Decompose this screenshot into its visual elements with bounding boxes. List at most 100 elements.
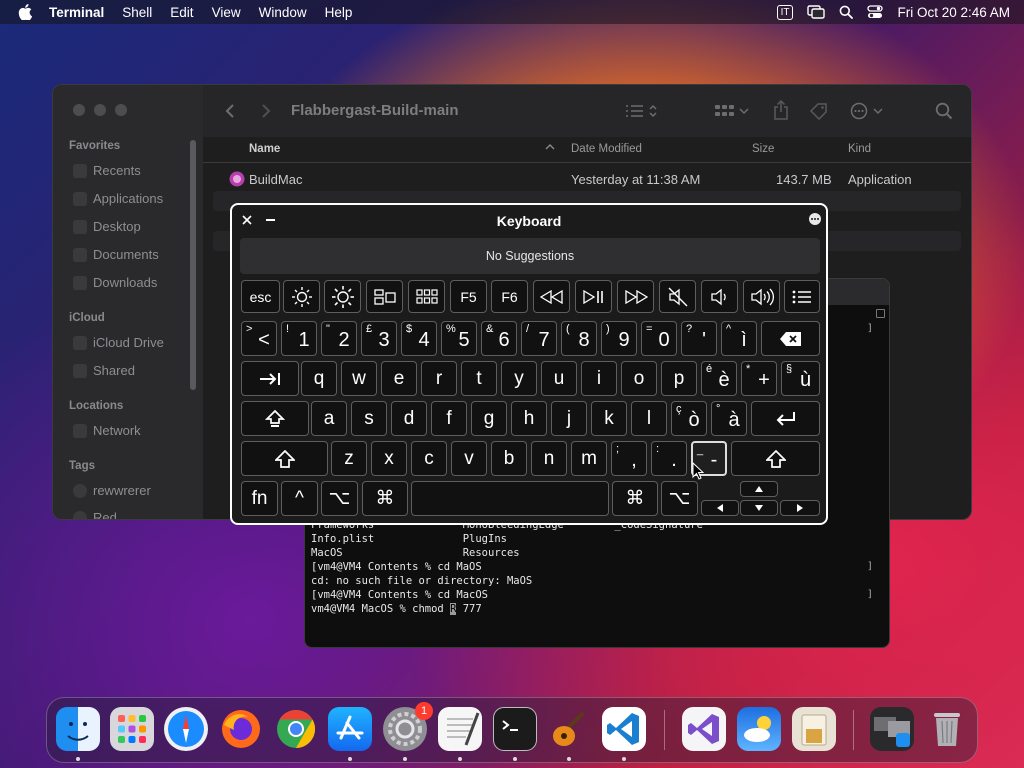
key-delete[interactable] [761, 321, 820, 356]
key-tab[interactable] [241, 361, 299, 396]
key-return[interactable] [751, 401, 820, 436]
key-brightness-down[interactable] [283, 280, 320, 313]
key-play-pause[interactable] [575, 280, 612, 313]
key-mute[interactable] [659, 280, 696, 313]
menu-view[interactable]: View [203, 5, 250, 20]
forward-icon[interactable] [261, 103, 271, 119]
key-caps-lock[interactable] [241, 401, 309, 436]
key-a[interactable]: a [311, 401, 347, 436]
more-actions-icon[interactable] [850, 102, 886, 120]
key-launchpad[interactable] [408, 280, 445, 313]
key-4[interactable]: $4 [401, 321, 437, 356]
key-p[interactable]: p [661, 361, 697, 396]
key-command-right[interactable]: ⌘ [612, 481, 658, 516]
key-3[interactable]: £3 [361, 321, 397, 356]
key-v[interactable]: v [451, 441, 487, 476]
key-f[interactable]: f [431, 401, 467, 436]
key-d[interactable]: d [391, 401, 427, 436]
keyboard-options-icon[interactable] [809, 213, 821, 225]
key-n[interactable]: n [531, 441, 567, 476]
key-apostrophe[interactable]: ? ' [681, 321, 717, 356]
input-source-indicator[interactable]: IT [776, 4, 794, 20]
sidebar-scrollbar[interactable] [190, 140, 196, 390]
key-shift-left[interactable] [241, 441, 328, 476]
trash-dock-icon[interactable] [925, 707, 969, 751]
key-a-grave[interactable]: ° à [711, 401, 747, 436]
key-0[interactable]: = 0 [641, 321, 677, 356]
menu-clock[interactable]: Fri Oct 20 2:46 AM [897, 5, 1010, 20]
sidebar-item-documents[interactable]: Documents [73, 247, 159, 262]
tag-icon[interactable] [809, 102, 829, 120]
sidebar-item-tag-red[interactable]: Red [73, 510, 117, 519]
weather-dock-icon[interactable] [737, 707, 781, 751]
key-arrow-right[interactable] [780, 500, 820, 516]
key-i[interactable]: i [581, 361, 617, 396]
sidebar-item-applications[interactable]: Applications [73, 191, 163, 206]
key-option-right[interactable]: ⌥ [661, 481, 698, 516]
key-1[interactable]: ! 1 [281, 321, 317, 356]
minimize-window-button[interactable] [94, 104, 106, 116]
key-k[interactable]: k [591, 401, 627, 436]
key-h[interactable]: h [511, 401, 547, 436]
menu-window[interactable]: Window [250, 5, 316, 20]
key-x[interactable]: x [371, 441, 407, 476]
key-o[interactable]: o [621, 361, 657, 396]
key-brightness-up[interactable] [324, 280, 361, 313]
menu-app-name[interactable]: Terminal [40, 5, 113, 20]
key-period[interactable]: :. [651, 441, 687, 476]
key-command-left[interactable]: ⌘ [362, 481, 408, 516]
key-s[interactable]: s [351, 401, 387, 436]
key-arrow-down[interactable] [740, 500, 778, 516]
key-7[interactable]: /7 [521, 321, 557, 356]
spotlight-search-icon[interactable] [839, 5, 854, 19]
menu-help[interactable]: Help [316, 5, 362, 20]
list-view-icon[interactable] [625, 103, 659, 119]
key-m[interactable]: m [571, 441, 607, 476]
finder-dock-icon[interactable] [56, 707, 100, 751]
column-name[interactable]: Name [249, 143, 280, 155]
key-g[interactable]: g [471, 401, 507, 436]
key-arrow-up[interactable] [740, 481, 778, 497]
search-icon[interactable] [935, 102, 953, 120]
key-l[interactable]: l [631, 401, 667, 436]
key-fn[interactable]: fn [241, 481, 278, 516]
column-date-modified[interactable]: Date Modified [571, 143, 642, 155]
key-5[interactable]: % 5 [441, 321, 477, 356]
menu-shell[interactable]: Shell [113, 5, 161, 20]
key-arrow-left[interactable] [701, 500, 739, 516]
archive-utility-dock-icon[interactable] [792, 707, 836, 751]
key-list[interactable] [784, 280, 820, 313]
visual-studio-dock-icon[interactable] [682, 707, 726, 751]
key-rewind[interactable] [533, 280, 570, 313]
key-volume-up[interactable] [743, 280, 780, 313]
key-shift-right[interactable] [731, 441, 820, 476]
key-i-grave[interactable]: ^ ì [721, 321, 757, 356]
downloads-stack-dock-icon[interactable] [870, 707, 914, 751]
key-z[interactable]: z [331, 441, 367, 476]
textedit-dock-icon[interactable] [438, 707, 482, 751]
key-u[interactable]: u [541, 361, 577, 396]
key-j[interactable]: j [551, 401, 587, 436]
key-9[interactable]: ) 9 [601, 321, 637, 356]
key-fast-forward[interactable] [617, 280, 654, 313]
chrome-dock-icon[interactable] [274, 707, 318, 751]
key-t[interactable]: t [461, 361, 497, 396]
key-8[interactable]: (8 [561, 321, 597, 356]
group-view-icon[interactable] [715, 103, 751, 119]
close-window-button[interactable] [73, 104, 85, 116]
key-u-grave[interactable]: § ù [781, 361, 820, 396]
sidebar-item-tag-rewwrerer[interactable]: rewwrerer [73, 483, 151, 498]
key-option-left[interactable]: ⌥ [321, 481, 358, 516]
launchpad-dock-icon[interactable] [110, 707, 154, 751]
firefox-dock-icon[interactable] [219, 707, 263, 751]
key-comma[interactable]: ;, [611, 441, 647, 476]
visual-studio-code-dock-icon[interactable] [602, 707, 646, 751]
terminal-dock-icon[interactable] [493, 707, 537, 751]
key-space[interactable] [411, 481, 609, 516]
key-e-grave[interactable]: éè [701, 361, 737, 396]
share-icon[interactable] [773, 100, 789, 120]
app-store-dock-icon[interactable] [328, 707, 372, 751]
sidebar-item-icloud-drive[interactable]: iCloud Drive [73, 335, 164, 350]
key-less-than[interactable]: > < [241, 321, 277, 356]
key-y[interactable]: y [501, 361, 537, 396]
